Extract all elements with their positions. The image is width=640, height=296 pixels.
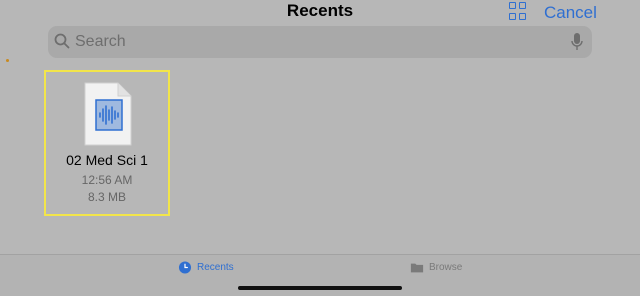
file-name: 02 Med Sci 1 bbox=[66, 152, 148, 168]
indicator-dot bbox=[6, 59, 9, 62]
file-time: 12:56 AM bbox=[81, 173, 133, 187]
file-tile[interactable]: 02 Med Sci 1 12:56 AM 8.3 MB bbox=[44, 70, 170, 216]
grid-view-icon[interactable] bbox=[509, 2, 527, 20]
search-field[interactable]: Search bbox=[48, 26, 592, 58]
file-size: 8.3 MB bbox=[87, 190, 126, 204]
home-indicator[interactable] bbox=[238, 286, 402, 290]
clock-icon bbox=[178, 261, 192, 274]
folder-icon bbox=[410, 263, 424, 273]
search-placeholder: Search bbox=[75, 33, 126, 50]
audio-file-icon bbox=[84, 82, 132, 146]
tab-recents[interactable]: Recents bbox=[178, 261, 234, 274]
cancel-button[interactable]: Cancel bbox=[544, 3, 597, 23]
search-icon bbox=[54, 33, 70, 49]
tab-recents-label: Recents bbox=[197, 262, 234, 273]
tab-browse[interactable]: Browse bbox=[410, 261, 462, 274]
tab-browse-label: Browse bbox=[429, 262, 463, 273]
navigation-bar: Recents Cancel bbox=[0, 0, 640, 24]
microphone-icon[interactable] bbox=[570, 32, 584, 52]
